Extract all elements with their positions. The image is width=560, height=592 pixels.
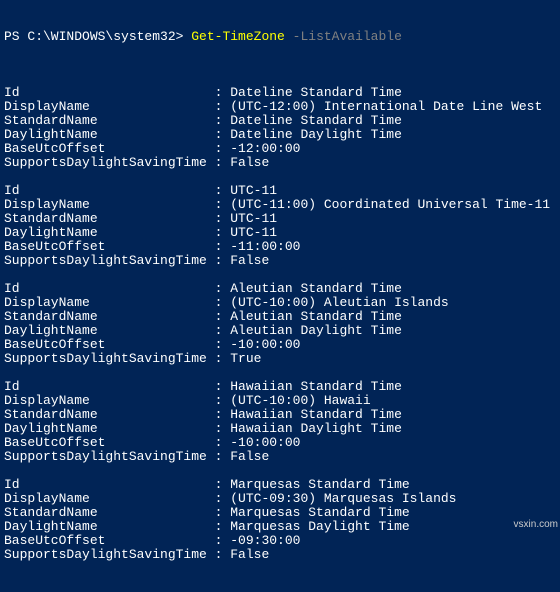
property-line: DisplayName : (UTC-10:00) Hawaii	[4, 394, 556, 408]
property-line: SupportsDaylightSavingTime : False	[4, 548, 556, 562]
property-line: Id : UTC-11	[4, 184, 556, 198]
property-line: DisplayName : (UTC-10:00) Aleutian Islan…	[4, 296, 556, 310]
property-line: StandardName : UTC-11	[4, 212, 556, 226]
timezone-record: Id : Dateline Standard TimeDisplayName :…	[4, 86, 556, 170]
property-line: SupportsDaylightSavingTime : False	[4, 254, 556, 268]
property-line: BaseUtcOffset : -12:00:00	[4, 142, 556, 156]
watermark: vsxin.com	[514, 519, 558, 530]
timezone-record: Id : Aleutian Standard TimeDisplayName :…	[4, 282, 556, 366]
cmdlet-name: Get-TimeZone	[191, 29, 285, 44]
property-line: DisplayName : (UTC-12:00) International …	[4, 100, 556, 114]
property-line: StandardName : Marquesas Standard Time	[4, 506, 556, 520]
property-line: DaylightName : UTC-11	[4, 226, 556, 240]
property-line: DisplayName : (UTC-11:00) Coordinated Un…	[4, 198, 556, 212]
property-line: DaylightName : Marquesas Daylight Time	[4, 520, 556, 534]
powershell-terminal[interactable]: PS C:\WINDOWS\system32> Get-TimeZone -Li…	[0, 0, 560, 592]
property-line: DaylightName : Dateline Daylight Time	[4, 128, 556, 142]
property-line: Id : Dateline Standard Time	[4, 86, 556, 100]
property-line: Id : Aleutian Standard Time	[4, 282, 556, 296]
property-line: Id : Marquesas Standard Time	[4, 478, 556, 492]
property-line: BaseUtcOffset : -10:00:00	[4, 436, 556, 450]
property-line: DisplayName : (UTC-09:30) Marquesas Isla…	[4, 492, 556, 506]
property-line: StandardName : Aleutian Standard Time	[4, 310, 556, 324]
property-line: Id : Hawaiian Standard Time	[4, 380, 556, 394]
property-line: BaseUtcOffset : -11:00:00	[4, 240, 556, 254]
property-line: StandardName : Hawaiian Standard Time	[4, 408, 556, 422]
property-line: DaylightName : Aleutian Daylight Time	[4, 324, 556, 338]
property-line: StandardName : Dateline Standard Time	[4, 114, 556, 128]
property-line: DaylightName : Hawaiian Daylight Time	[4, 422, 556, 436]
timezone-record: Id : UTC-11DisplayName : (UTC-11:00) Coo…	[4, 184, 556, 268]
command-prompt-line: PS C:\WINDOWS\system32> Get-TimeZone -Li…	[4, 30, 556, 44]
property-line: SupportsDaylightSavingTime : True	[4, 352, 556, 366]
prompt-path: PS C:\WINDOWS\system32>	[4, 29, 191, 44]
property-line: BaseUtcOffset : -10:00:00	[4, 338, 556, 352]
timezone-record: Id : Hawaiian Standard TimeDisplayName :…	[4, 380, 556, 464]
timezone-record: Id : Marquesas Standard TimeDisplayName …	[4, 478, 556, 562]
property-line: BaseUtcOffset : -09:30:00	[4, 534, 556, 548]
property-line: SupportsDaylightSavingTime : False	[4, 156, 556, 170]
output-area: Id : Dateline Standard TimeDisplayName :…	[4, 86, 556, 562]
cmdlet-parameter: -ListAvailable	[285, 29, 402, 44]
property-line: SupportsDaylightSavingTime : False	[4, 450, 556, 464]
